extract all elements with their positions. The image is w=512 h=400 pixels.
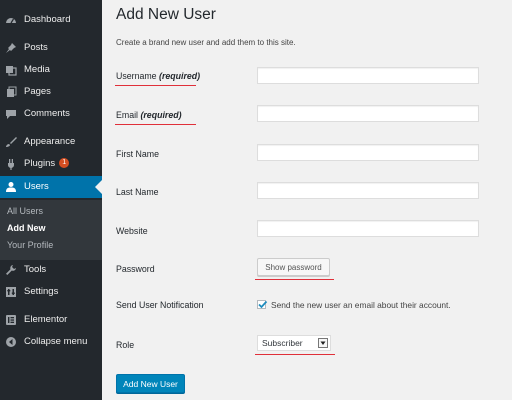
sidebar-item-users[interactable]: Users	[0, 176, 102, 198]
checkmark-icon	[258, 300, 268, 309]
sidebar-item-media[interactable]: Media	[0, 60, 102, 80]
first-name-input[interactable]	[257, 144, 479, 161]
dashboard-icon	[6, 18, 16, 24]
sidebar-item-label: Users	[24, 181, 49, 192]
email-input[interactable]	[257, 105, 479, 122]
send-notification-checkbox[interactable]	[257, 300, 268, 309]
last-name-input[interactable]	[257, 182, 479, 199]
sidebar-item-label: Tools	[24, 264, 47, 275]
collapse-icon	[6, 337, 16, 347]
sidebar-item-pages[interactable]: Pages	[0, 82, 102, 102]
sidebar-item-label: Collapse menu	[24, 336, 88, 347]
sidebar-item-elementor[interactable]: Elementor	[0, 310, 102, 330]
send-notification-text: Send the new user an email about their a…	[271, 300, 451, 310]
user-icon	[6, 182, 16, 192]
users-submenu: All Users Add New Your Profile	[0, 200, 102, 260]
website-input[interactable]	[257, 220, 479, 237]
annotation-underline	[115, 85, 196, 86]
last-name-label: Last Name	[116, 187, 159, 197]
main-content: Add New User Create a brand new user and…	[102, 0, 512, 400]
submenu-item-your-profile[interactable]: Your Profile	[7, 240, 53, 250]
page-title: Add New User	[116, 6, 216, 23]
comment-icon	[6, 110, 16, 119]
sidebar-item-posts[interactable]: Posts	[0, 38, 102, 58]
submenu-item-add-new[interactable]: Add New	[7, 223, 46, 233]
sidebar-item-label: Appearance	[24, 136, 76, 147]
sidebar-item-dashboard[interactable]: Dashboard	[0, 10, 102, 30]
annotation-underline	[255, 354, 335, 355]
role-label: Role	[116, 340, 135, 350]
annotation-underline	[115, 124, 196, 125]
wrench-icon	[6, 265, 16, 275]
page-description: Create a brand new user and add them to …	[116, 38, 296, 47]
sidebar-item-tools[interactable]: Tools	[0, 260, 102, 280]
media-icon	[6, 66, 17, 76]
add-new-user-button[interactable]: Add New User	[116, 374, 185, 393]
role-select-value: Subscriber	[262, 338, 303, 348]
brush-icon	[6, 137, 17, 147]
admin-sidebar: Dashboard Posts Media Pages Comments App…	[0, 0, 102, 400]
sidebar-item-comments[interactable]: Comments	[0, 104, 102, 124]
notification-label: Send User Notification	[116, 300, 204, 310]
annotation-underline	[255, 279, 334, 280]
sidebar-item-label: Pages	[24, 86, 51, 97]
settings-icon	[6, 287, 16, 297]
sidebar-item-label: Settings	[24, 286, 59, 297]
password-label: Password	[116, 264, 155, 274]
page-icon	[7, 86, 17, 97]
plug-icon	[8, 159, 14, 170]
required-marker: (required)	[159, 71, 201, 81]
sidebar-item-label: Elementor	[24, 314, 68, 325]
website-label: Website	[116, 226, 148, 236]
sidebar-item-label: Posts	[24, 42, 48, 53]
role-select[interactable]: Subscriber	[257, 335, 331, 351]
sidebar-item-label: Dashboard	[24, 14, 71, 25]
email-label: Email (required)	[116, 110, 182, 120]
first-name-label: First Name	[116, 149, 160, 159]
update-count-badge: 1	[59, 158, 70, 169]
sidebar-item-plugins[interactable]: Plugins 1	[0, 154, 102, 174]
pin-icon	[6, 43, 16, 53]
show-password-button[interactable]: Show password	[257, 258, 330, 276]
submenu-item-all-users[interactable]: All Users	[7, 206, 43, 216]
sidebar-item-appearance[interactable]: Appearance	[0, 132, 102, 152]
sidebar-item-label: Media	[24, 64, 50, 75]
required-marker: (required)	[140, 110, 182, 120]
elementor-icon	[6, 315, 16, 325]
username-label: Username (required)	[116, 71, 201, 81]
sidebar-item-label: Plugins	[24, 158, 56, 169]
username-input[interactable]	[257, 67, 479, 84]
sidebar-item-label: Comments	[24, 108, 70, 119]
sidebar-item-settings[interactable]: Settings	[0, 282, 102, 302]
dropdown-arrow-icon	[318, 338, 328, 348]
collapse-menu-button[interactable]: Collapse menu	[0, 332, 102, 352]
